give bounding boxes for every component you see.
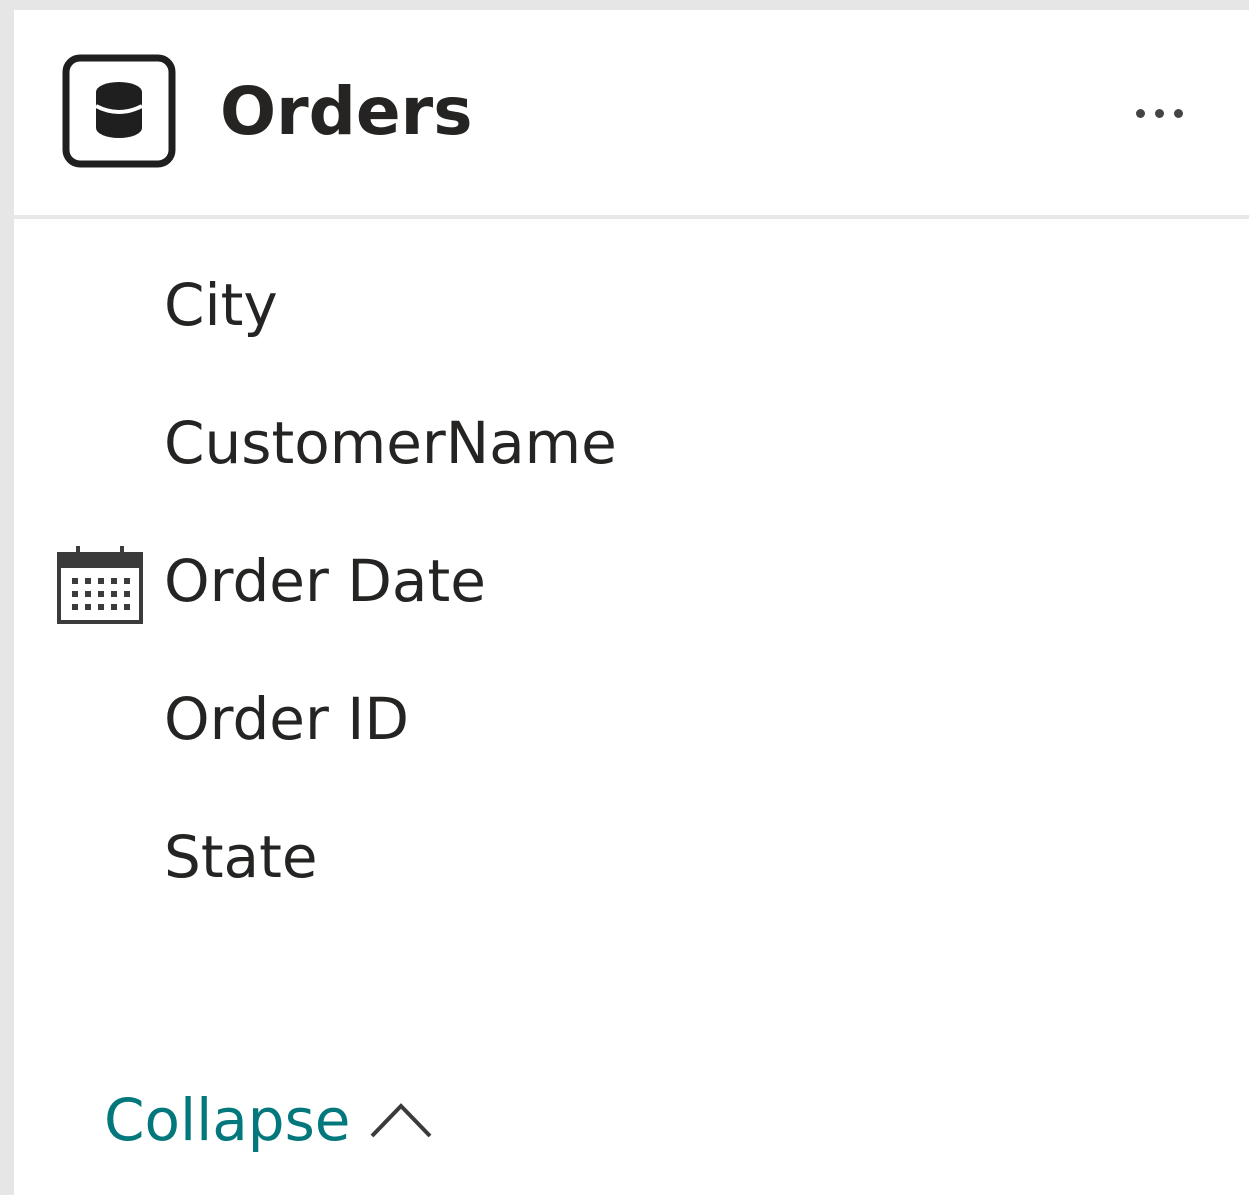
field-list: City CustomerName Order Date Order ID St…: [14, 230, 1249, 920]
field-item-order-id[interactable]: Order ID: [14, 644, 1249, 782]
chevron-up-icon: [371, 1103, 432, 1138]
collapse-label: Collapse: [104, 1086, 351, 1154]
field-label: City: [164, 271, 278, 339]
more-options-icon: [1135, 108, 1145, 118]
more-options-button[interactable]: [1114, 88, 1204, 138]
field-label: CustomerName: [164, 409, 617, 477]
table-card: Orders City CustomerName Order Date Orde…: [14, 10, 1249, 1195]
table-header[interactable]: Orders: [14, 10, 1249, 219]
calendar-icon: [57, 546, 143, 624]
more-options-icon: [1154, 108, 1164, 118]
field-item-order-date[interactable]: Order Date: [14, 506, 1249, 644]
table-title: Orders: [220, 73, 473, 150]
field-item-state[interactable]: State: [14, 782, 1249, 920]
field-label: Order Date: [164, 547, 486, 615]
field-item-customername[interactable]: CustomerName: [14, 368, 1249, 506]
field-item-city[interactable]: City: [14, 230, 1249, 368]
table-icon: [62, 54, 176, 168]
more-options-icon: [1173, 108, 1183, 118]
collapse-button[interactable]: Collapse: [104, 1085, 434, 1155]
field-label: Order ID: [164, 685, 410, 753]
field-label: State: [164, 823, 318, 891]
